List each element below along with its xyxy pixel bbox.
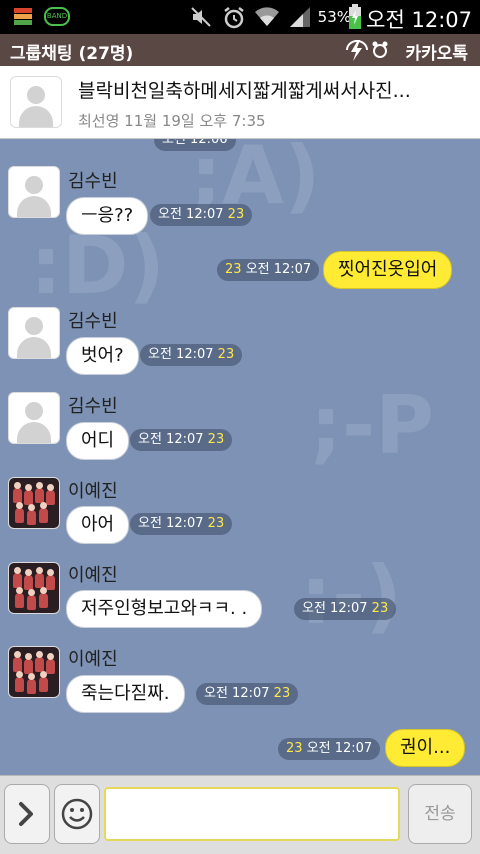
sender-name: 김수빈 [68, 171, 118, 192]
unread-count: 23 [227, 207, 245, 222]
message-bubble[interactable]: 죽는다짇짜. [66, 675, 185, 713]
sender-name: 이예진 [68, 481, 118, 502]
unread-count: 23 [286, 741, 303, 756]
message-meta: 오전 12:07 23 [150, 204, 253, 226]
message-bubble[interactable]: 저주인형보고와ㅋㅋ. . [66, 590, 263, 628]
notice-banner[interactable]: 블락비천일축하메세지짧게짧게써서사진... 최선영 11월 19일 오후 7:3… [0, 66, 480, 139]
kakaotalk-brand: 카카오톡 [405, 44, 468, 64]
notice-text: 블락비천일축하메세지짧게짧게써서사진... [78, 80, 411, 102]
profile-avatar[interactable] [8, 166, 60, 218]
chat-area[interactable]: ;A) :D) ;-P :-) 오전 12:06 김수빈 ㅡ응?? 오전 12:… [0, 139, 480, 775]
kakao-bear-icon [372, 41, 388, 58]
sender-name: 김수빈 [68, 311, 118, 332]
mute-icon [191, 7, 211, 27]
message-input[interactable] [104, 787, 400, 841]
unread-count: 23 [207, 432, 225, 447]
message-meta: 오전 12:07 23 [130, 513, 233, 535]
message-time: 오전 12:07 [204, 686, 270, 701]
chevron-right-icon [19, 802, 33, 826]
message-bubble[interactable]: 벗어? [66, 337, 139, 375]
profile-photo-avatar[interactable] [8, 562, 60, 614]
profile-avatar[interactable] [8, 392, 60, 444]
message-time-partial: 오전 12:06 [154, 139, 236, 151]
message-bubble[interactable]: 아어 [66, 506, 130, 544]
battery-charging-icon [349, 4, 361, 29]
status-bar: BAND 53% 오전 12:07 [0, 0, 480, 34]
notice-author-date: 최선영 11월 19일 오후 7:35 [78, 112, 266, 130]
band-app-icon: BAND [44, 7, 70, 26]
unread-count: 23 [225, 262, 242, 277]
notice-avatar [10, 76, 62, 128]
wifi-icon [255, 7, 279, 26]
message-time: 오전 12:07 [158, 207, 224, 222]
my-message-bubble[interactable]: 찟어진옷입어 [323, 251, 453, 289]
profile-photo-avatar[interactable] [8, 477, 60, 529]
sender-name: 김수빈 [68, 396, 118, 417]
message-meta: 23 오전 12:07 [278, 738, 381, 760]
unread-count: 23 [207, 516, 225, 531]
message-time: 오전 12:07 [302, 601, 368, 616]
message-time: 오전 12:07 [148, 347, 214, 362]
message-bubble[interactable]: 어디 [66, 422, 130, 460]
unread-count: 23 [371, 601, 389, 616]
signal-icon [290, 7, 310, 27]
message-bubble[interactable]: ㅡ응?? [66, 197, 149, 235]
emoticon-button[interactable] [54, 784, 100, 844]
message-meta: 오전 12:07 23 [196, 683, 299, 705]
profile-photo-avatar[interactable] [8, 646, 60, 698]
message-time: 오전 12:07 [138, 516, 204, 531]
message-meta: 오전 12:07 23 [140, 344, 243, 366]
message-time: 오전 12:07 [245, 262, 312, 277]
message-meta: 오전 12:07 23 [294, 598, 397, 620]
unread-count: 23 [273, 686, 291, 701]
background-emoticon: :-) [300, 549, 402, 642]
sender-name: 이예진 [68, 649, 118, 670]
lightning-icon[interactable] [344, 38, 370, 62]
background-emoticon: ;-P [310, 379, 434, 472]
sender-name: 이예진 [68, 565, 118, 586]
clock: 오전 12:07 [366, 8, 472, 32]
battery-percent: 53% [317, 8, 351, 26]
unread-count: 23 [217, 347, 235, 362]
chat-title-bar: 그룹채팅 (27명) 카카오톡 [0, 34, 480, 67]
alarm-icon [224, 7, 244, 29]
profile-avatar[interactable] [8, 307, 60, 359]
chat-title[interactable]: 그룹채팅 (27명) [10, 39, 133, 64]
notes-app-icon [14, 8, 32, 26]
send-button[interactable]: 전송 [408, 784, 472, 844]
smiley-icon [61, 798, 93, 830]
message-meta: 23 오전 12:07 [217, 259, 320, 281]
expand-menu-button[interactable] [4, 784, 50, 844]
message-time: 오전 12:07 [306, 741, 373, 756]
input-bar: 전송 [0, 775, 480, 854]
message-meta: 오전 12:07 23 [130, 429, 233, 451]
my-message-bubble[interactable]: 권이... [385, 729, 466, 767]
message-time: 오전 12:07 [138, 432, 204, 447]
